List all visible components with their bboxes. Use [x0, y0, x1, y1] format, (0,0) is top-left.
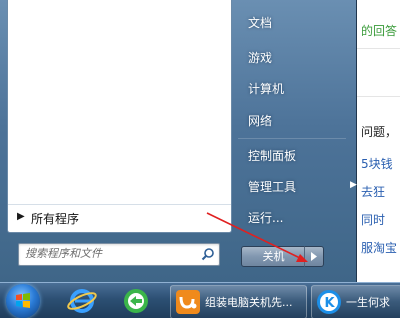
menu-item-computer[interactable]: 计算机: [248, 80, 284, 97]
taskbar-window-k[interactable]: K 一生何求: [311, 285, 400, 318]
programs-pane: ▶ 所有程序: [7, 0, 232, 233]
triangle-right-icon: ▶: [17, 211, 25, 222]
bg-divider: [355, 48, 400, 49]
search-icon[interactable]: [201, 247, 215, 261]
chevron-right-icon: [311, 252, 317, 261]
submenu-arrow-icon: ▶: [350, 180, 357, 190]
menu-item-games[interactable]: 游戏: [248, 49, 272, 66]
shutdown-button[interactable]: 关机: [241, 246, 306, 267]
shutdown-options-button[interactable]: [304, 246, 324, 267]
background-webpage: 的回答 问题， 5块钱 去狂 同时 服淘宝: [355, 0, 400, 282]
svg-text:K: K: [325, 296, 336, 311]
browser-taskbar-button[interactable]: [116, 285, 156, 317]
menu-item-network[interactable]: 网络: [248, 112, 272, 129]
menu-item-run[interactable]: 运行...: [248, 209, 283, 226]
bg-line[interactable]: 服淘宝: [361, 239, 397, 256]
bg-line[interactable]: 同时: [361, 211, 385, 228]
bg-line[interactable]: 5块钱: [361, 155, 393, 172]
start-menu: ▶ 所有程序 文档 游戏 计算机 网络 控制面板 管理工具 ▶ 运行... 关机: [0, 0, 357, 282]
bg-line: 问题，: [361, 125, 398, 139]
internet-explorer-icon: [67, 289, 97, 313]
bg-line[interactable]: 去狂: [361, 183, 385, 200]
windows-logo-icon: [16, 293, 30, 308]
menu-item-control-panel[interactable]: 控制面板: [248, 147, 296, 164]
menu-separator: [238, 138, 346, 139]
search-input[interactable]: [19, 244, 201, 263]
browser-icon: [124, 289, 148, 313]
taskbar-window-label: 一生何求: [346, 296, 390, 309]
bg-divider: [355, 96, 400, 97]
uc-browser-icon: [176, 290, 200, 314]
desktop: 的回答 问题， 5块钱 去狂 同时 服淘宝 ▶ 所有程序 文档 游戏 计算机 网…: [0, 0, 400, 318]
all-programs-item[interactable]: ▶ 所有程序: [8, 204, 231, 231]
taskbar: 组装电脑关机先... K 一生何求: [0, 282, 400, 318]
menu-item-admin-tools[interactable]: 管理工具: [248, 178, 296, 195]
bg-line[interactable]: 的回答: [361, 22, 397, 39]
menu-item-documents[interactable]: 文档: [248, 14, 272, 31]
ie-taskbar-button[interactable]: [62, 285, 102, 317]
taskbar-window-label: 组装电脑关机先...: [205, 296, 293, 309]
kugou-icon: K: [317, 290, 341, 314]
taskbar-window-uc[interactable]: 组装电脑关机先...: [170, 285, 307, 318]
search-box[interactable]: [18, 243, 220, 266]
all-programs-label: 所有程序: [31, 212, 80, 226]
start-button[interactable]: [6, 284, 40, 318]
